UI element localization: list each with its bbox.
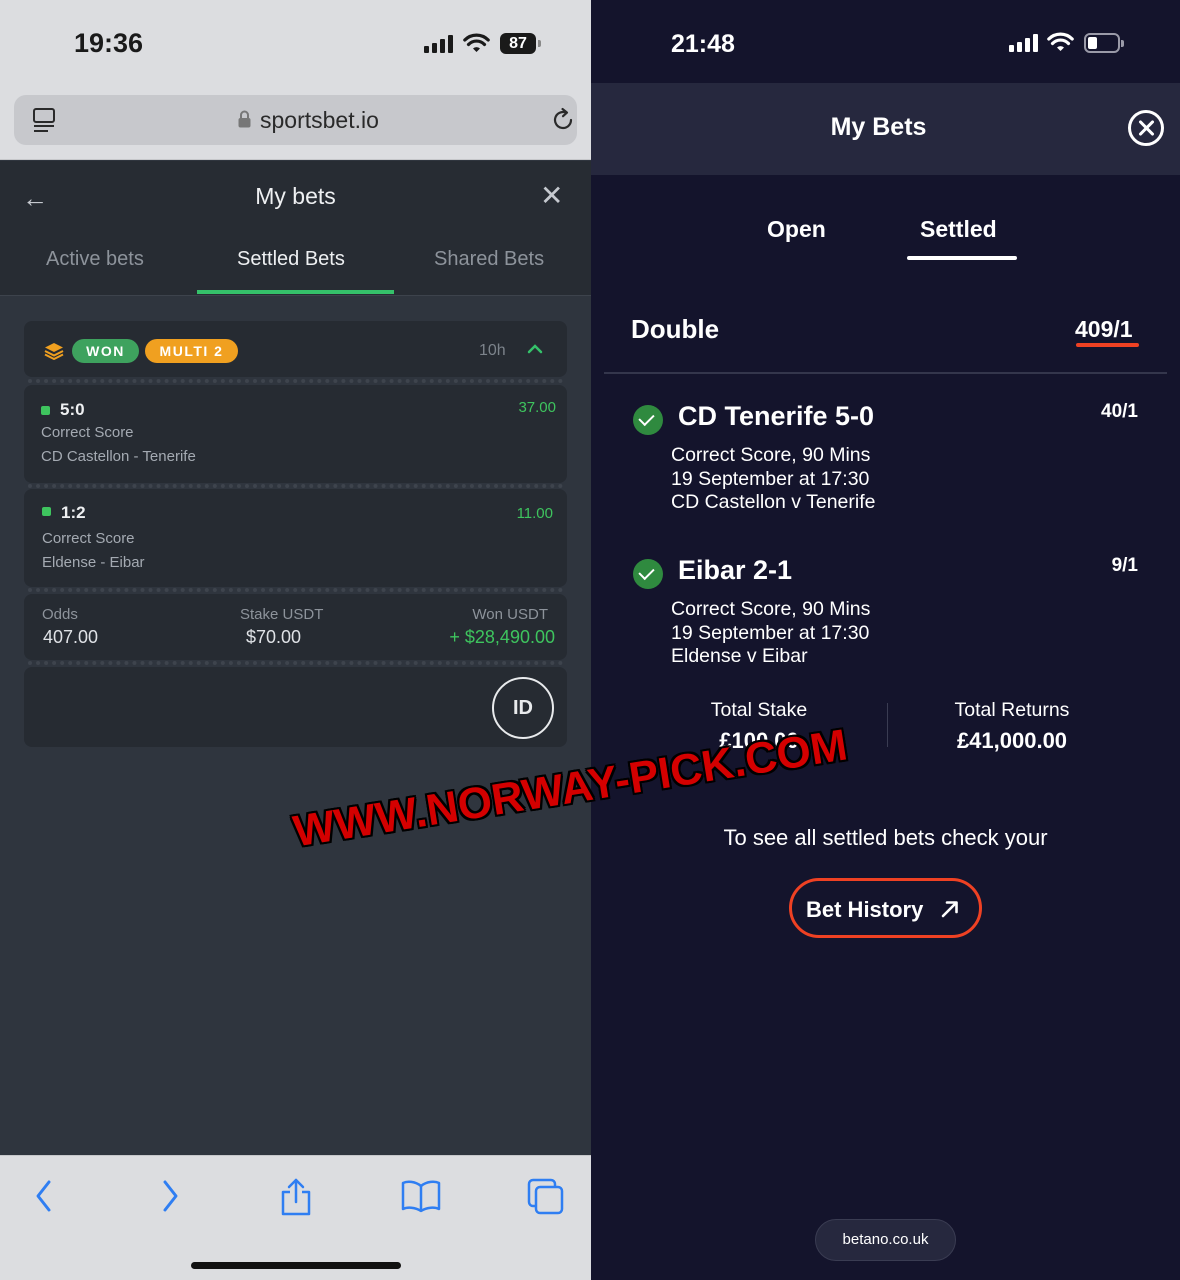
leg-title: CD Tenerife 5-0 [678,401,875,431]
page-title: My bets [255,183,336,209]
active-tab-indicator [907,256,1017,260]
divider [28,661,563,665]
bet-actions: ID [24,667,567,747]
check-icon [633,405,663,435]
external-link-icon [941,901,958,918]
betano-screenshot: 21:48 My Bets Open Settled Double 409/1 … [591,0,1180,1280]
reader-menu-icon[interactable] [32,107,56,135]
selection-score: 1:2 [61,503,86,522]
page-title: My Bets [830,113,927,141]
bet-age: 10h [479,342,506,359]
status-bar: 19:36 87 [0,0,591,95]
close-icon[interactable]: ✕ [540,179,563,212]
leg-odds: 40/1 [1101,401,1138,422]
bet-history-button[interactable]: Bet History [789,878,982,938]
leg-title: Eibar 2-1 [678,555,793,585]
divider [28,588,563,592]
tab-active-bets[interactable]: Active bets [46,248,144,271]
my-bets-header: ← My bets ✕ Active bets Settled Bets Sha… [0,161,591,296]
status-time: 21:48 [671,30,735,58]
wifi-icon [463,33,490,52]
lock-icon [238,110,251,128]
bet-type: Double [631,314,720,344]
close-icon[interactable] [1128,110,1164,146]
bet-history-label: Bet History [806,897,924,922]
info-text: To see all settled bets check your [723,825,1048,850]
odds-value: 407.00 [43,627,99,647]
divider [28,484,563,488]
leg-odds: 9/1 [1111,555,1138,576]
selection-match: CD Castellon - Tenerife [41,448,196,465]
my-bets-header: My Bets [591,83,1180,175]
tab-settled-bets[interactable]: Settled Bets [237,248,345,271]
won-label: Won USDT [472,606,548,623]
cellular-signal-icon [424,35,453,53]
tab-shared-bets[interactable]: Shared Bets [434,248,544,271]
url-text[interactable]: sportsbet.io [260,107,379,134]
vertical-divider [887,703,888,747]
won-value: + $28,490.00 [449,627,555,647]
divider [28,379,563,383]
check-icon [633,559,663,589]
leg-date: 19 September at 17:30 [671,468,870,490]
won-badge: WON [72,339,139,363]
selection-score: 5:0 [60,400,85,419]
active-tab-indicator [197,290,394,294]
wifi-icon [1047,32,1074,51]
battery-icon [1084,33,1124,53]
total-returns-value: £41,000.00 [956,728,1068,753]
forward-icon[interactable] [158,1178,182,1214]
odds-label: Odds [42,606,78,623]
odds-underline [1076,343,1139,347]
total-returns-label: Total Returns [954,699,1070,721]
selection-card: 5:0 Correct Score CD Castellon - Tenerif… [24,385,567,483]
domain-pill: betano.co.uk [815,1219,956,1261]
leg-match: CD Castellon v Tenerife [671,491,876,513]
selection-market: Correct Score [42,530,135,547]
selection-status-dot [41,406,50,415]
bookmarks-icon[interactable] [401,1178,441,1214]
address-bar[interactable]: sportsbet.io [14,95,577,145]
tab-settled[interactable]: Settled [920,216,997,243]
share-icon[interactable] [279,1178,313,1216]
selection-market: Correct Score [41,424,134,441]
chevron-up-icon[interactable] [527,343,543,355]
leg-market: Correct Score, 90 Mins [671,598,871,620]
selection-odds: 37.00 [518,399,556,416]
multi-badge: MULTI 2 [145,339,238,363]
leg-match: Eldense v Eibar [671,645,808,667]
leg-date: 19 September at 17:30 [671,622,870,644]
selection-status-dot [42,507,51,516]
bet-id-button[interactable]: ID [492,677,554,739]
total-stake-label: Total Stake [710,699,808,721]
stake-label: Stake USDT [240,606,324,623]
browser-toolbar [0,1155,591,1280]
leg-market: Correct Score, 90 Mins [671,444,871,466]
home-indicator [191,1262,401,1269]
selection-card: 1:2 Correct Score Eldense - Eibar 11.00 [24,489,567,587]
sportsbet-screenshot: 19:36 87 sportsbet.io ← My bets ✕ Active… [0,0,591,1280]
selection-match: Eldense - Eibar [42,554,145,571]
battery-icon: 87 [500,33,541,54]
divider [604,372,1167,374]
cellular-signal-icon [1009,34,1038,52]
selection-odds: 11.00 [516,505,553,522]
browser-url-area: sportsbet.io [0,88,591,160]
reload-icon[interactable] [550,107,576,133]
back-icon[interactable] [32,1178,56,1214]
tabs-icon[interactable] [527,1178,565,1216]
bet-summary-header[interactable]: WON MULTI 2 10h [24,321,567,377]
total-odds: 409/1 [1075,316,1133,342]
bet-totals: Odds 407.00 Stake USDT $70.00 Won USDT +… [24,594,567,660]
layers-icon [44,343,64,360]
stake-value: $70.00 [246,627,302,647]
tab-open[interactable]: Open [767,216,826,243]
status-time: 19:36 [74,28,144,58]
